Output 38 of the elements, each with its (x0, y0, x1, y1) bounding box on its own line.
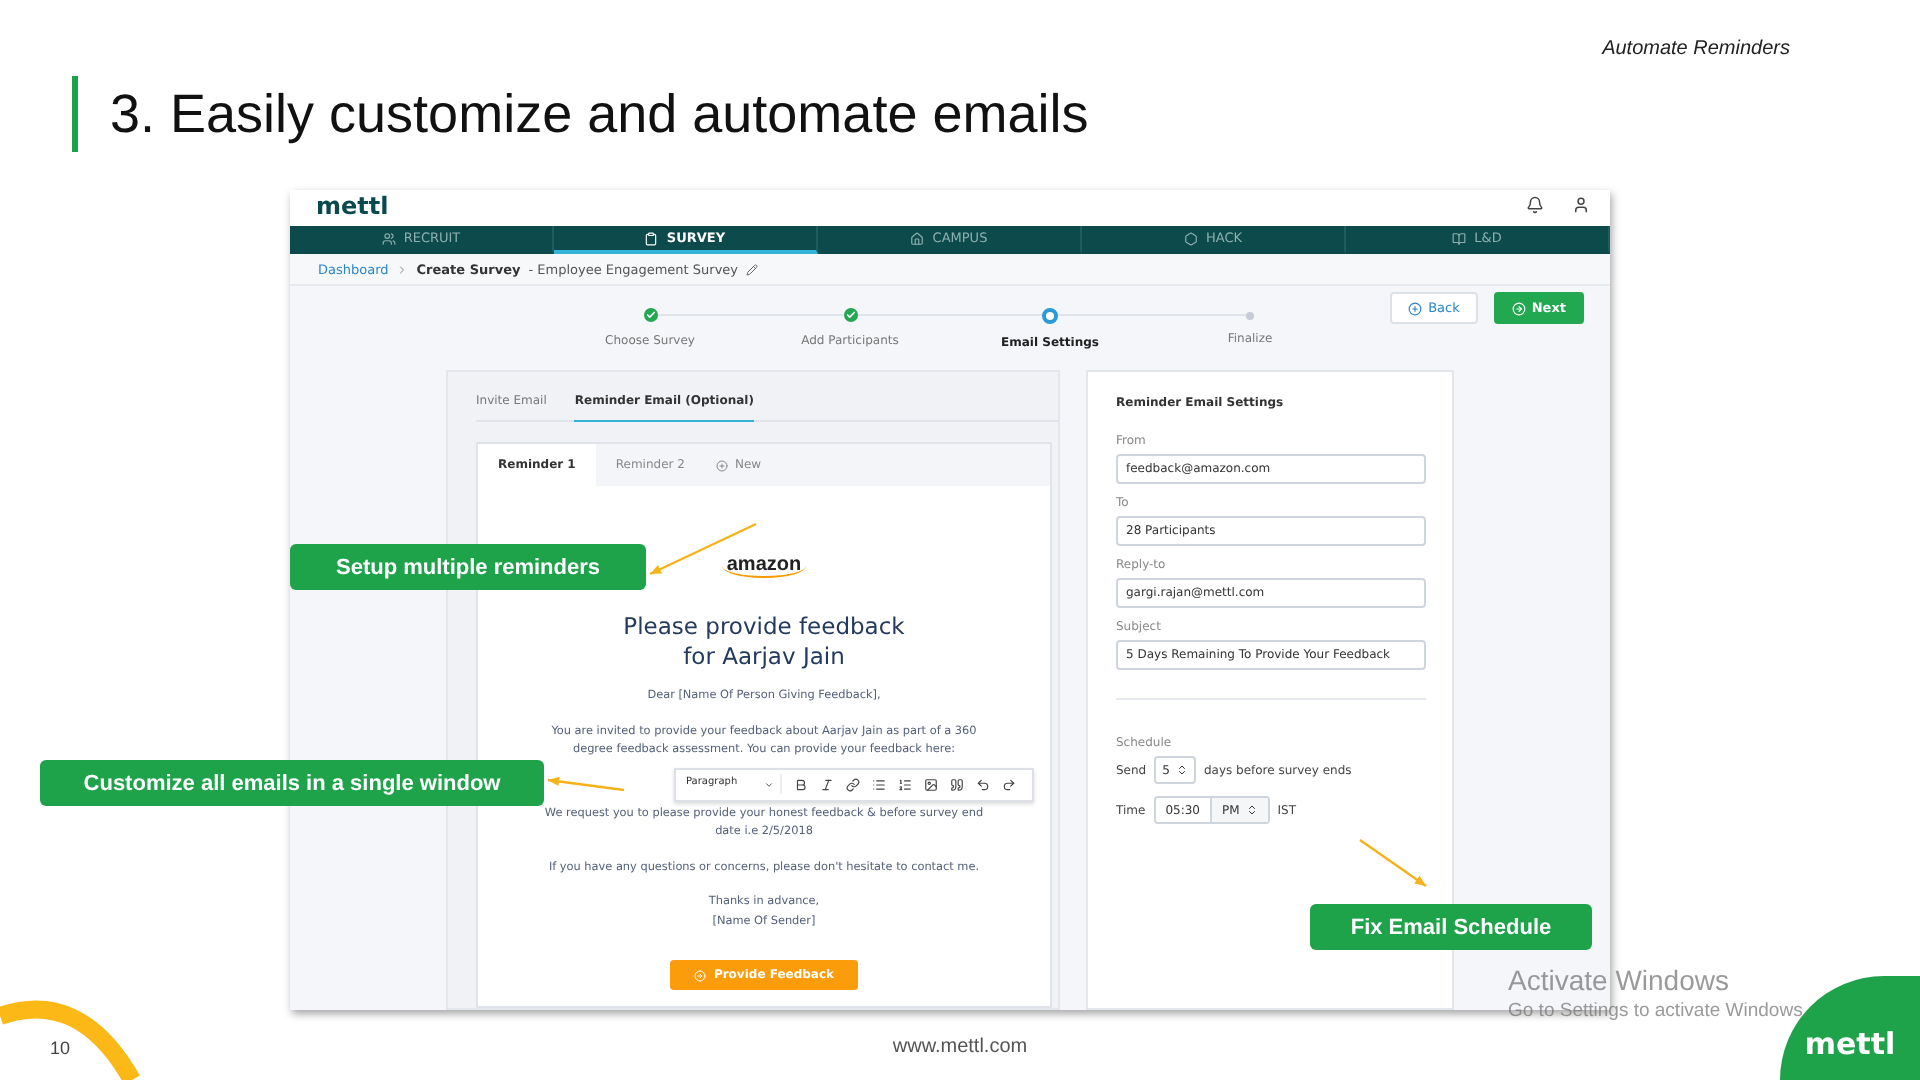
accent-bar (72, 76, 78, 152)
chevron-icon (396, 263, 409, 276)
link-icon[interactable] (846, 777, 860, 791)
brand-logo: amazon (722, 554, 806, 578)
arrow-circle-icon (1511, 301, 1526, 315)
corner-logo: mettl (1804, 1026, 1896, 1062)
book-icon (1452, 231, 1467, 246)
user-icon[interactable] (1572, 196, 1590, 214)
pointer-arrow (1360, 840, 1426, 886)
undo-icon[interactable] (976, 777, 990, 791)
italic-icon[interactable] (820, 777, 834, 791)
arrow-circle-icon (693, 969, 706, 981)
bold-icon[interactable] (794, 777, 808, 791)
numbered-list-icon[interactable] (898, 777, 912, 791)
pointer-arrow (548, 780, 624, 790)
users-icon (381, 231, 396, 246)
callout-label: Setup multiple reminders (290, 544, 646, 590)
slide-title: 3. Easily customize and automate emails (110, 83, 1089, 145)
activation-notice: Activate Windows Go to Settings to activate Windows. (1508, 964, 1808, 1022)
plus-circle-icon (1408, 301, 1423, 315)
plus-circle-icon (716, 459, 729, 471)
image-icon[interactable] (924, 777, 938, 791)
clipboard-icon (644, 231, 659, 246)
page-number: 10 (50, 1038, 71, 1058)
house-icon (910, 231, 925, 246)
footer-url: www.mettl.com (892, 1036, 1028, 1058)
section-label: Automate Reminders (1602, 38, 1790, 60)
hexagon-icon (1183, 231, 1198, 246)
quote-icon[interactable] (950, 777, 964, 791)
app-logo: mettl (316, 192, 389, 220)
callout-label: Customize all emails in a single window (40, 760, 544, 806)
bell-icon[interactable] (1526, 196, 1544, 214)
callout-label: Fix Email Schedule (1310, 904, 1592, 950)
bullet-list-icon[interactable] (872, 777, 886, 791)
pencil-icon[interactable] (746, 263, 759, 276)
email-heading: Please provide feedback for Aarjav Jain (623, 612, 905, 672)
redo-icon[interactable] (1002, 777, 1016, 791)
chevron-down-icon (764, 779, 774, 789)
